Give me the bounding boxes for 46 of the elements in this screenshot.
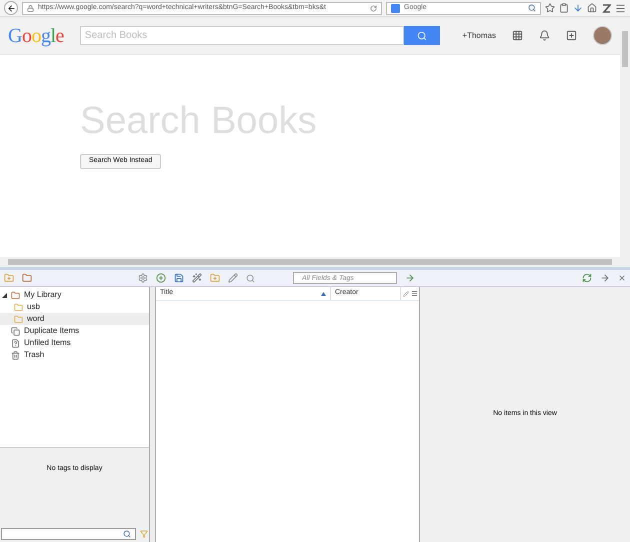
save-icon[interactable]	[174, 273, 184, 283]
back-arrow-icon	[6, 4, 16, 12]
search-icon[interactable]	[246, 274, 255, 282]
home-icon[interactable]	[587, 3, 597, 13]
search-icon[interactable]	[528, 4, 536, 12]
wand-icon[interactable]	[192, 273, 202, 283]
bookmark-star-icon[interactable]	[545, 3, 555, 13]
duplicates-icon	[11, 326, 20, 336]
lock-icon	[27, 4, 34, 12]
collection-item[interactable]: My Library	[0, 289, 149, 301]
settings-icon[interactable]	[138, 273, 148, 283]
avatar[interactable]	[593, 26, 612, 45]
add-attachment-icon[interactable]	[210, 273, 220, 283]
search-icon	[123, 530, 131, 538]
apps-grid-icon[interactable]	[512, 30, 523, 41]
tag-filter-field[interactable]	[1, 528, 136, 540]
search-icon	[416, 30, 427, 40]
search-button[interactable]	[404, 26, 440, 45]
vertical-scrollbar[interactable]	[620, 17, 630, 267]
collection-item[interactable]: Duplicate Items	[0, 325, 149, 337]
library-icon	[11, 290, 20, 300]
share-icon[interactable]	[566, 30, 577, 41]
close-icon[interactable]	[618, 274, 626, 282]
tag-menu-icon[interactable]	[140, 530, 148, 538]
collection-item[interactable]: usb	[0, 301, 149, 313]
collection-item[interactable]: Trash	[0, 349, 149, 361]
new-item-icon[interactable]	[156, 273, 166, 283]
unfiled-icon	[11, 338, 20, 348]
pane-splitter[interactable]	[150, 287, 156, 542]
new-collection-icon[interactable]	[4, 273, 14, 283]
menu-icon[interactable]	[615, 2, 626, 14]
download-icon[interactable]	[573, 3, 583, 13]
horizontal-scrollbar[interactable]	[0, 257, 620, 267]
folder-icon	[14, 302, 23, 312]
book-search-field[interactable]: Search Books	[80, 26, 404, 45]
column-picker-icon[interactable]	[410, 290, 418, 297]
collection-item[interactable]: word	[0, 313, 149, 325]
expand-triangle-icon[interactable]	[2, 292, 7, 298]
reload-icon[interactable]	[370, 4, 377, 12]
collection-item[interactable]: Unfiled Items	[0, 337, 149, 349]
user-link[interactable]: +Thomas	[462, 30, 496, 42]
trash-icon	[11, 350, 20, 360]
notifications-icon[interactable]	[539, 30, 550, 41]
sync-icon[interactable]	[582, 273, 592, 283]
folder-icon	[14, 314, 23, 324]
back-button[interactable]	[4, 1, 18, 15]
